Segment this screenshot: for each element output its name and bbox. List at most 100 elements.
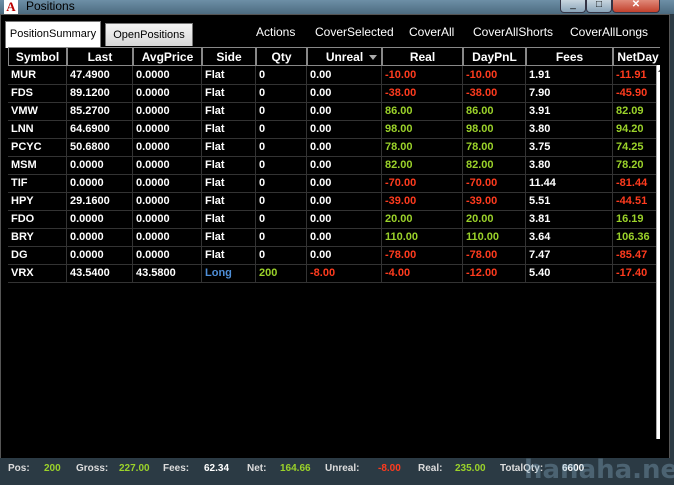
cell-last: 0.0000 — [67, 156, 133, 174]
cell-avg: 0.0000 — [133, 102, 202, 120]
cell-qty: 0 — [256, 138, 307, 156]
cell-daypnl: -70.00 — [463, 174, 526, 192]
status-fees-value: 62.34 — [204, 463, 230, 474]
cover-all-longs-button[interactable]: CoverAllLongs — [570, 25, 648, 39]
cell-real: 110.00 — [382, 228, 463, 246]
cell-fees: 3.80 — [526, 156, 613, 174]
actions-menu[interactable]: Actions — [256, 25, 295, 39]
cell-last: 0.0000 — [67, 228, 133, 246]
cover-all-shorts-button[interactable]: CoverAllShorts — [473, 25, 553, 39]
cell-real: 86.00 — [382, 102, 463, 120]
cell-avg: 0.0000 — [133, 174, 202, 192]
watermark: hanaha.net — [524, 455, 674, 485]
cell-unreal: 0.00 — [307, 102, 382, 120]
table-row[interactable]: TIF 0.0000 0.0000 Flat 0 0.00 -70.00 -70.00 11.4… — [8, 174, 660, 193]
cell-qty: 0 — [256, 192, 307, 210]
cell-side: Flat — [202, 120, 256, 138]
table-row[interactable]: DG 0.0000 0.0000 Flat 0 0.00 -78.00 -78.00 7.47-… — [8, 246, 660, 265]
table-row[interactable]: MSM 0.0000 0.0000 Flat 0 0.00 82.00 82.00 3.80 78… — [8, 156, 660, 175]
table-row[interactable]: HPY 29.1600 0.0000 Flat 0 0.00 -39.00 -39.00 5.5… — [8, 192, 660, 211]
column-header-symbol[interactable]: Symbol — [8, 47, 67, 66]
column-header-daypnl[interactable]: DayPnL — [463, 47, 526, 66]
status-net-value: 164.66 — [280, 463, 311, 474]
cell-daypnl: -38.00 — [463, 84, 526, 102]
status-fees-label: Fees: — [163, 463, 190, 474]
cell-netday: 74.25 — [613, 138, 660, 156]
cell-real: 82.00 — [382, 156, 463, 174]
table-row[interactable]: BRY 0.0000 0.0000 Flat 0 0.00 110.00 110.00 3.64… — [8, 228, 660, 247]
cell-netday: -44.51 — [613, 192, 660, 210]
cell-netday: -11.91 — [613, 66, 660, 84]
cell-qty: 0 — [256, 228, 307, 246]
column-header-netday[interactable]: NetDay — [613, 47, 660, 66]
vertical-scrollbar[interactable] — [656, 65, 660, 439]
cover-all-button[interactable]: CoverAll — [409, 25, 454, 39]
cell-real: -70.00 — [382, 174, 463, 192]
scroll-up-icon[interactable] — [658, 67, 660, 72]
cell-symbol: BRY — [8, 228, 67, 246]
cell-netday: 82.09 — [613, 102, 660, 120]
cell-daypnl: 86.00 — [463, 102, 526, 120]
table-row[interactable]: FDS 89.1200 0.0000 Flat 0 0.00 -38.00 -38.00 7.9… — [8, 84, 660, 103]
cell-symbol: TIF — [8, 174, 67, 192]
cell-last: 0.0000 — [67, 246, 133, 264]
table-row[interactable]: PCYC 50.6800 0.0000 Flat 0 0.00 78.00 78.00 3.75… — [8, 138, 660, 157]
cell-netday: -81.44 — [613, 174, 660, 192]
cell-symbol: PCYC — [8, 138, 67, 156]
cell-side: Long — [202, 264, 256, 282]
cell-last: 89.1200 — [67, 84, 133, 102]
close-button[interactable]: ✕ — [612, 0, 660, 13]
cell-symbol: LNN — [8, 120, 67, 138]
cell-netday: 106.36 — [613, 228, 660, 246]
cell-symbol: MSM — [8, 156, 67, 174]
column-header-last[interactable]: Last — [67, 47, 133, 66]
cell-qty: 0 — [256, 120, 307, 138]
cell-unreal: 0.00 — [307, 210, 382, 228]
status-net-label: Net: — [247, 463, 267, 474]
column-header-side[interactable]: Side — [202, 47, 256, 66]
cell-avg: 43.5800 — [133, 264, 202, 282]
maximize-button[interactable]: □ — [586, 0, 612, 13]
cell-daypnl: 82.00 — [463, 156, 526, 174]
cell-side: Flat — [202, 84, 256, 102]
column-header-unreal[interactable]: Unreal — [307, 47, 382, 66]
tab-open-positions[interactable]: OpenPositions — [105, 23, 193, 46]
table-row[interactable]: LNN 64.6900 0.0000 Flat 0 0.00 98.00 98.00 3.80 9… — [8, 120, 660, 139]
cell-unreal: 0.00 — [307, 120, 382, 138]
cell-real: -39.00 — [382, 192, 463, 210]
tab-position-summary[interactable]: PositionSummary — [5, 21, 101, 48]
cell-unreal: 0.00 — [307, 138, 382, 156]
cell-unreal: -8.00 — [307, 264, 382, 282]
column-header-avgprice[interactable]: AvgPrice — [133, 47, 202, 66]
column-header-qty[interactable]: Qty — [256, 47, 307, 66]
cell-avg: 0.0000 — [133, 84, 202, 102]
cell-avg: 0.0000 — [133, 228, 202, 246]
table-row[interactable]: FDO 0.0000 0.0000 Flat 0 0.00 20.00 20.00 3.81 16… — [8, 210, 660, 229]
column-header-real[interactable]: Real — [382, 47, 463, 66]
cell-avg: 0.0000 — [133, 246, 202, 264]
cell-qty: 0 — [256, 84, 307, 102]
cell-daypnl: 110.00 — [463, 228, 526, 246]
cell-symbol: VMW — [8, 102, 67, 120]
cell-real: 98.00 — [382, 120, 463, 138]
column-header-fees[interactable]: Fees — [526, 47, 613, 66]
cell-last: 47.4900 — [67, 66, 133, 84]
cell-real: -78.00 — [382, 246, 463, 264]
cell-daypnl: -39.00 — [463, 192, 526, 210]
cell-netday: -45.90 — [613, 84, 660, 102]
cell-fees: 11.44 — [526, 174, 613, 192]
cell-fees: 1.91 — [526, 66, 613, 84]
table-row[interactable]: VRX 43.5400 43.5800 Long 200 -8.00 -4.00 -12.00… — [8, 264, 660, 283]
table-row[interactable]: MUR 47.4900 0.0000 Flat 0 0.00 -10.00 -10.00 1.9… — [8, 66, 660, 85]
cell-avg: 0.0000 — [133, 138, 202, 156]
cell-symbol: VRX — [8, 264, 67, 282]
table-row[interactable]: VMW 85.2700 0.0000 Flat 0 0.00 86.00 86.00 3.91 8… — [8, 102, 660, 121]
cover-selected-button[interactable]: CoverSelected — [315, 25, 394, 39]
title-bar[interactable]: A Positions _ □ ✕ — [0, 0, 674, 14]
cell-qty: 200 — [256, 264, 307, 282]
cell-side: Flat — [202, 102, 256, 120]
cell-unreal: 0.00 — [307, 174, 382, 192]
cell-symbol: FDS — [8, 84, 67, 102]
cell-last: 64.6900 — [67, 120, 133, 138]
minimize-button[interactable]: _ — [560, 0, 586, 13]
